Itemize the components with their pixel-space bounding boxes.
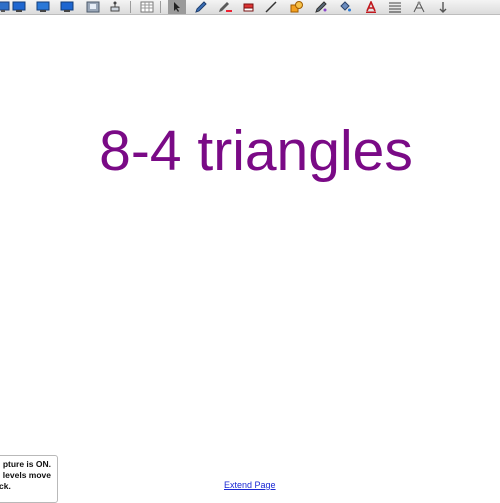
- toolbar: [0, 0, 500, 15]
- screen-capture-icon[interactable]: [106, 0, 124, 14]
- notice-line: levels move: [2, 470, 51, 480]
- properties-icon[interactable]: [386, 0, 404, 14]
- notice-line: pture is ON.: [2, 459, 51, 469]
- pen-icon[interactable]: [192, 0, 210, 14]
- monitor-icon[interactable]: [58, 0, 76, 14]
- notice-line: ck.: [0, 481, 11, 491]
- text-icon[interactable]: [362, 0, 380, 14]
- notification-popup: pture is ON. levels move ck.: [0, 455, 58, 503]
- monitor-icon[interactable]: [10, 0, 28, 14]
- magic-pen-icon[interactable]: [312, 0, 330, 14]
- move-toolbar-icon[interactable]: [434, 0, 452, 14]
- document-camera-icon[interactable]: [84, 0, 102, 14]
- line-icon[interactable]: [262, 0, 280, 14]
- fill-icon[interactable]: [336, 0, 354, 14]
- measurement-icon[interactable]: [410, 0, 428, 14]
- table-icon[interactable]: [138, 0, 156, 14]
- creative-pen-icon[interactable]: [216, 0, 234, 14]
- monitor-icon[interactable]: [34, 0, 52, 14]
- toolbar-separator: [160, 1, 161, 13]
- page-title: 8-4 triangles: [99, 119, 413, 183]
- shape-icon[interactable]: [288, 0, 306, 14]
- extend-page-link[interactable]: Extend Page: [224, 480, 276, 490]
- select-arrow-icon[interactable]: [168, 0, 186, 14]
- toolbar-separator: [130, 1, 131, 13]
- eraser-icon[interactable]: [240, 0, 258, 14]
